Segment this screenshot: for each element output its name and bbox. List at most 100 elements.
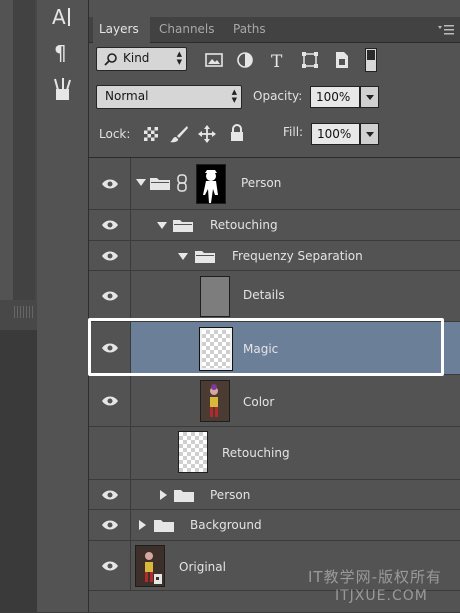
smart-object-filter-icon[interactable] [332, 50, 352, 70]
group-collapsed-arrow-icon[interactable] [160, 490, 167, 500]
photo-thumbnail-image [201, 381, 229, 421]
eye-icon[interactable] [101, 250, 119, 262]
layer-thumbnail[interactable] [200, 276, 230, 317]
lock-image-pixels-icon[interactable] [169, 124, 189, 144]
layer-name: Background [190, 518, 262, 532]
lock-all-icon[interactable] [227, 123, 247, 143]
resize-grip[interactable] [14, 306, 34, 318]
layer-row-color[interactable]: Color [89, 375, 460, 427]
panel-icon-strip: A ¶ [37, 0, 89, 612]
eye-icon[interactable] [101, 560, 119, 572]
fill-value: 100% [317, 127, 352, 141]
panel-tab-bar: Layers Channels Paths [89, 17, 460, 43]
workspace-canvas-edge [0, 0, 13, 300]
visibility-column [89, 510, 131, 540]
visibility-column [89, 541, 131, 590]
folder-icon [154, 520, 174, 532]
filter-kind-dropdown[interactable]: Kind ▲ ▼ [96, 47, 187, 71]
layer-name: Person [241, 176, 282, 190]
visibility-column [89, 480, 131, 509]
layer-name: Retouching [210, 218, 278, 232]
opacity-label: Opacity: [253, 89, 303, 103]
type-layer-filter-icon[interactable]: T [268, 50, 288, 72]
watermark-line-1: IT教学网-版权所有 [308, 568, 442, 586]
group-expand-arrow-icon[interactable] [178, 253, 188, 260]
search-icon [104, 52, 118, 69]
blend-mode-value: Normal [105, 89, 149, 103]
folder-icon [150, 178, 170, 190]
layer-row-background-group[interactable]: Background [89, 510, 460, 541]
opacity-input[interactable]: 100% [310, 86, 360, 108]
lock-position-icon[interactable] [197, 124, 217, 144]
layer-name: Color [243, 395, 275, 409]
fill-dropdown-button[interactable] [360, 123, 379, 145]
chain-link-icon[interactable] [177, 174, 187, 192]
selection-highlight-frame [88, 318, 444, 376]
blend-mode-dropdown[interactable]: Normal ▲ ▼ [96, 85, 242, 109]
svg-text:¶: ¶ [54, 41, 67, 65]
visibility-column [89, 158, 131, 209]
filter-toggle-switch[interactable] [365, 48, 377, 72]
folder-icon [174, 490, 194, 502]
layer-row-person-subgroup[interactable]: Person [89, 480, 460, 510]
layer-thumbnail[interactable] [200, 380, 230, 422]
layer-thumbnail[interactable] [135, 545, 165, 587]
eye-icon[interactable] [101, 219, 119, 231]
folder-icon [173, 220, 193, 232]
shape-layer-filter-icon[interactable] [300, 50, 320, 70]
dropdown-arrows-icon: ▲ ▼ [176, 50, 182, 66]
tab-layers[interactable]: Layers [93, 17, 150, 43]
workspace-lower [0, 330, 37, 612]
visibility-column [89, 375, 131, 426]
adjustment-layer-filter-icon[interactable] [235, 50, 255, 70]
group-expand-arrow-icon[interactable] [157, 222, 167, 229]
layer-mask-thumbnail[interactable] [196, 164, 226, 204]
opacity-value: 100% [316, 90, 351, 104]
visibility-column [89, 210, 131, 240]
layer-name: Frequenzy Separation [232, 249, 363, 263]
layer-name: Original [179, 560, 226, 574]
visibility-column [89, 241, 131, 270]
photo-thumbnail-image [136, 546, 164, 586]
layer-row-retouching-group[interactable]: Retouching [89, 210, 460, 241]
layer-row-frequency-group[interactable]: Frequenzy Separation [89, 241, 460, 271]
pixel-layer-filter-icon[interactable] [204, 50, 224, 70]
layer-name: Details [243, 288, 285, 302]
layer-row-retouching[interactable]: Retouching [89, 427, 460, 480]
eye-icon[interactable] [101, 290, 119, 302]
filter-toggle-knob [367, 50, 375, 60]
visibility-column[interactable] [89, 427, 131, 479]
layers-panel: Layers Channels Paths Kind ▲ ▼ T Normal … [89, 0, 460, 612]
eye-icon[interactable] [101, 395, 119, 407]
paragraph-panel-icon[interactable]: ¶ [48, 39, 76, 65]
tab-channels[interactable]: Channels [153, 17, 221, 42]
opacity-dropdown-button[interactable] [360, 86, 379, 108]
svg-text:T: T [271, 52, 283, 70]
fill-input[interactable]: 100% [311, 123, 360, 145]
eye-icon[interactable] [101, 178, 119, 190]
layer-name: Retouching [222, 446, 290, 460]
layer-name: Person [210, 488, 251, 502]
brush-presets-icon[interactable] [48, 76, 76, 102]
filter-kind-label: Kind [123, 51, 150, 65]
group-collapsed-arrow-icon[interactable] [139, 520, 146, 530]
folder-icon [195, 251, 215, 263]
group-expand-arrow-icon[interactable] [136, 179, 146, 186]
workspace-scrollbar[interactable] [13, 0, 35, 300]
lock-label: Lock: [99, 127, 131, 141]
tab-paths[interactable]: Paths [227, 17, 277, 42]
layer-row-person-group[interactable]: Person [89, 158, 460, 210]
panel-menu-icon[interactable] [438, 24, 454, 35]
watermark-line-2: ITJXUE.COM [335, 588, 428, 604]
eye-icon[interactable] [101, 519, 119, 531]
lock-transparent-pixels-icon[interactable] [141, 124, 161, 144]
character-panel-icon[interactable]: A [48, 3, 76, 29]
svg-text:A: A [52, 5, 66, 29]
layer-thumbnail[interactable] [178, 431, 208, 473]
layers-list: Person Retouching Frequenzy Separation D… [89, 157, 460, 613]
visibility-column [89, 271, 131, 321]
layer-row-details[interactable]: Details [89, 271, 460, 322]
eye-icon[interactable] [101, 489, 119, 501]
mask-silhouette-icon [203, 170, 218, 203]
fill-label: Fill: [283, 125, 304, 139]
